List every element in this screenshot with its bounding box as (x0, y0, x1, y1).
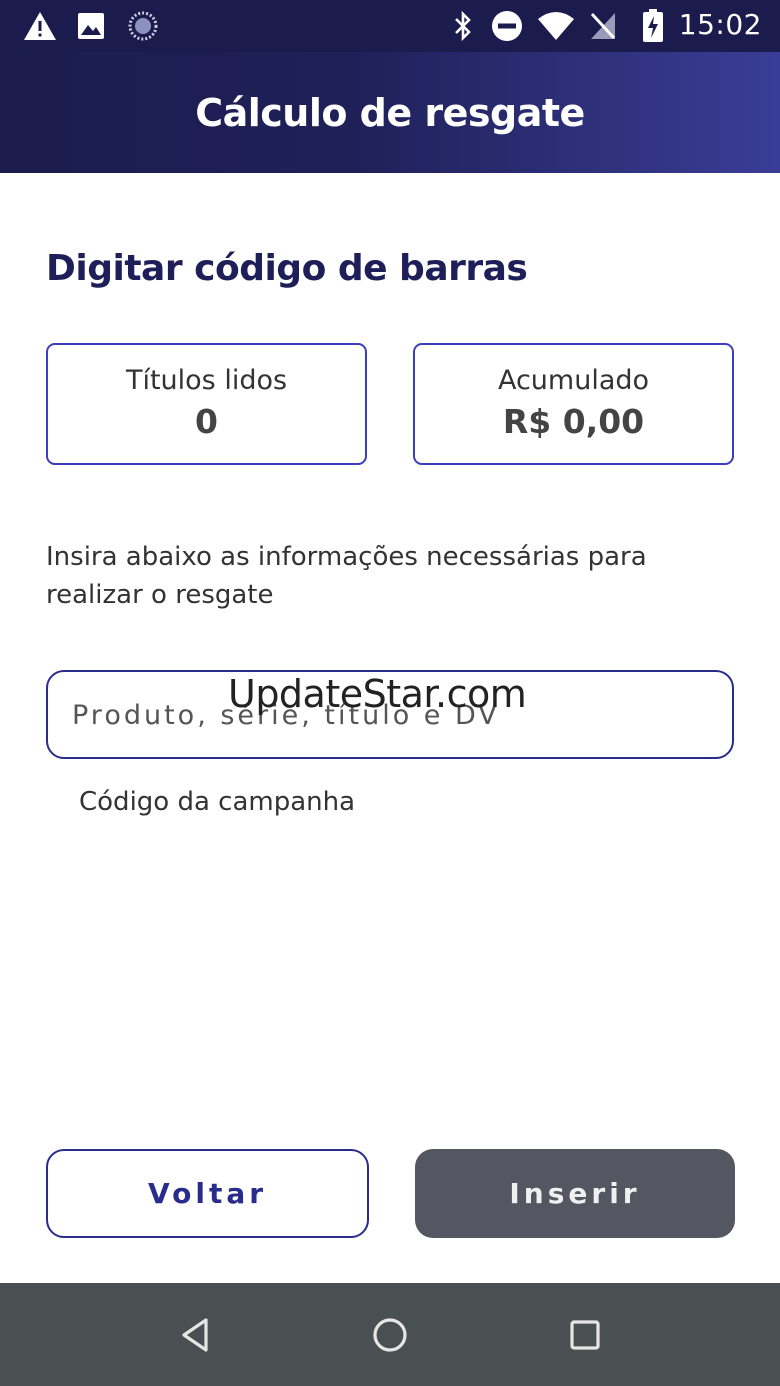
back-icon[interactable] (173, 1313, 217, 1357)
warning-icon (22, 9, 58, 43)
titles-read-value: 0 (195, 402, 218, 441)
titles-read-card: Títulos lidos 0 (46, 343, 367, 465)
app-bar: Cálculo de resgate (0, 52, 780, 173)
barcode-field[interactable] (46, 670, 734, 759)
insert-button[interactable]: Inserir (415, 1149, 735, 1238)
bluetooth-icon (450, 9, 476, 43)
back-button[interactable]: Voltar (46, 1149, 369, 1238)
do-not-disturb-icon (490, 9, 524, 43)
accumulated-value: R$ 0,00 (502, 402, 645, 441)
status-bar: 15:02 (0, 0, 780, 52)
campaign-code-link[interactable]: Código da campanha (79, 787, 355, 817)
titles-read-label: Títulos lidos (125, 365, 288, 396)
page-title: Cálculo de resgate (195, 90, 585, 135)
accumulated-card: Acumulado R$ 0,00 (413, 343, 734, 465)
instructions-text: Insira abaixo as informações necessárias… (46, 542, 647, 610)
recents-icon[interactable] (563, 1313, 607, 1357)
battery-charging-icon (640, 9, 666, 43)
home-icon[interactable] (368, 1313, 412, 1357)
sync-icon (127, 9, 159, 43)
image-icon (76, 9, 106, 43)
no-signal-icon (588, 9, 618, 43)
section-title: Digitar código de barras (46, 248, 528, 289)
accumulated-label: Acumulado (497, 365, 650, 396)
navigation-bar (0, 1283, 780, 1386)
barcode-input[interactable] (72, 686, 712, 744)
clock: 15:02 (678, 8, 762, 41)
wifi-icon (536, 9, 576, 43)
